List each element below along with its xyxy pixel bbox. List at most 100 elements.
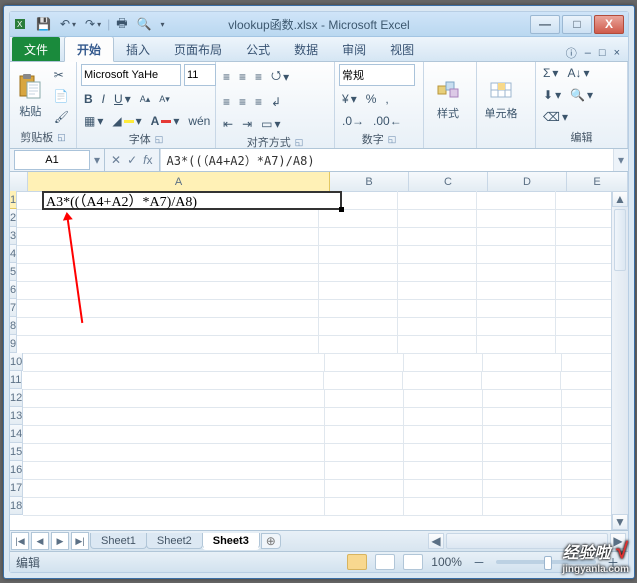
row-header-6[interactable]: 6 — [10, 281, 17, 299]
sheet-tab-Sheet2[interactable]: Sheet2 — [146, 533, 203, 549]
cell[interactable] — [17, 299, 319, 318]
cell[interactable] — [477, 209, 556, 228]
vscroll-thumb[interactable] — [614, 209, 626, 271]
cell[interactable] — [319, 263, 398, 282]
row-header-1[interactable]: 1 — [10, 191, 17, 209]
cell-A1-editing[interactable]: A3*((（A4+A2）*A7)/A8) — [42, 191, 342, 210]
cell[interactable] — [23, 389, 325, 408]
align-top-button[interactable]: ≡ — [220, 68, 233, 86]
scroll-up-button[interactable]: ▲ — [612, 191, 628, 207]
tab-data[interactable]: 数据 — [282, 37, 330, 61]
percent-button[interactable]: % — [363, 90, 380, 108]
underline-button[interactable]: U▾ — [111, 90, 134, 108]
cell[interactable] — [482, 371, 561, 390]
cell[interactable] — [404, 479, 483, 498]
cell[interactable] — [17, 317, 319, 336]
col-header-D[interactable]: D — [488, 172, 567, 191]
align-left-button[interactable]: ≡ — [220, 93, 233, 111]
cell[interactable] — [22, 371, 324, 390]
decrease-indent-button[interactable]: ⇤ — [220, 115, 236, 133]
orientation-button[interactable]: ⭯▾ — [268, 64, 292, 89]
col-header-B[interactable]: B — [330, 172, 409, 191]
merge-cells-button[interactable]: ▭▾ — [258, 115, 283, 133]
new-sheet-button[interactable]: ⊕ — [261, 533, 281, 549]
row-header-2[interactable]: 2 — [10, 209, 17, 227]
tab-file[interactable]: 文件 — [12, 37, 60, 61]
phonetic-button[interactable]: wén — [185, 112, 213, 130]
cell[interactable] — [562, 407, 612, 426]
cell[interactable] — [398, 317, 477, 336]
cell[interactable] — [325, 389, 404, 408]
qat-redo-icon[interactable]: ↷▾ — [82, 15, 104, 33]
col-header-E[interactable]: E — [567, 172, 628, 191]
cell[interactable] — [325, 461, 404, 480]
align-middle-button[interactable]: ≡ — [236, 68, 249, 86]
cell[interactable] — [556, 317, 612, 336]
cell[interactable] — [556, 209, 612, 228]
borders-button[interactable]: ▦▾ — [81, 112, 106, 130]
increase-indent-button[interactable]: ⇥ — [239, 115, 255, 133]
shrink-font-button[interactable]: A▾ — [156, 92, 173, 107]
cell[interactable] — [562, 461, 612, 480]
cells-button[interactable]: 单元格 — [481, 71, 521, 125]
row-header-14[interactable]: 14 — [10, 425, 23, 443]
row-header-10[interactable]: 10 — [10, 353, 23, 371]
cell[interactable] — [477, 299, 556, 318]
scroll-down-button[interactable]: ▼ — [612, 514, 628, 530]
paste-button[interactable]: 粘贴 — [14, 69, 47, 123]
cell[interactable] — [17, 281, 319, 300]
cell[interactable] — [477, 263, 556, 282]
cell[interactable] — [398, 335, 477, 354]
cell[interactable] — [562, 425, 612, 444]
cell[interactable] — [477, 191, 556, 210]
cell[interactable] — [483, 479, 562, 498]
help-button[interactable]: ⓘ — [566, 45, 577, 61]
tab-home[interactable]: 开始 — [64, 36, 114, 62]
view-page-break-button[interactable] — [403, 554, 423, 570]
cell[interactable] — [319, 245, 398, 264]
cell[interactable] — [325, 425, 404, 444]
cell[interactable] — [319, 227, 398, 246]
fill-button[interactable]: ⬇▾ — [540, 86, 564, 104]
wrap-text-button[interactable]: ↲ — [268, 93, 284, 111]
decrease-decimal-button[interactable]: .00← — [370, 112, 405, 130]
align-right-button[interactable]: ≡ — [252, 93, 265, 111]
zoom-thumb[interactable] — [544, 556, 552, 570]
cell[interactable] — [319, 209, 398, 228]
sheet-tab-Sheet3[interactable]: Sheet3 — [202, 533, 260, 549]
row-header-4[interactable]: 4 — [10, 245, 17, 263]
zoom-value[interactable]: 100% — [431, 555, 462, 569]
zoom-out-button[interactable]: － — [470, 552, 488, 573]
row-header-7[interactable]: 7 — [10, 299, 17, 317]
fill-color-button[interactable]: ◢▾ — [109, 112, 144, 130]
increase-decimal-button[interactable]: .0→ — [339, 112, 367, 130]
tab-review[interactable]: 审阅 — [330, 37, 378, 61]
sheet-nav-3[interactable]: ▶| — [71, 532, 89, 550]
view-page-layout-button[interactable] — [375, 554, 395, 570]
italic-button[interactable]: I — [99, 90, 108, 108]
cell[interactable] — [23, 497, 325, 516]
cell[interactable] — [17, 335, 319, 354]
cell[interactable] — [398, 299, 477, 318]
align-bottom-button[interactable]: ≡ — [252, 68, 265, 86]
comma-button[interactable]: , — [382, 90, 391, 108]
sheet-nav-1[interactable]: ◀ — [31, 532, 49, 550]
row-header-17[interactable]: 17 — [10, 479, 23, 497]
cell[interactable] — [483, 425, 562, 444]
tab-insert[interactable]: 插入 — [114, 37, 162, 61]
qat-print-icon[interactable]: 🖶 — [113, 12, 130, 37]
qat-preview-icon[interactable]: 🔍 — [134, 15, 155, 33]
cell[interactable] — [319, 299, 398, 318]
cell[interactable] — [23, 443, 325, 462]
autosum-button[interactable]: Σ▾ — [540, 64, 561, 82]
view-normal-button[interactable] — [347, 554, 367, 570]
worksheet-grid[interactable]: ABCDE 123456789101112131415161718 A3*((（… — [10, 172, 628, 530]
tab-view[interactable]: 视图 — [378, 37, 426, 61]
fill-handle[interactable] — [339, 207, 344, 212]
cell[interactable] — [403, 371, 482, 390]
cell[interactable] — [398, 191, 477, 210]
minimize-button[interactable]: — — [530, 15, 560, 34]
grow-font-button[interactable]: A▴ — [137, 92, 154, 107]
row-header-9[interactable]: 9 — [10, 335, 17, 353]
cell[interactable] — [398, 263, 477, 282]
